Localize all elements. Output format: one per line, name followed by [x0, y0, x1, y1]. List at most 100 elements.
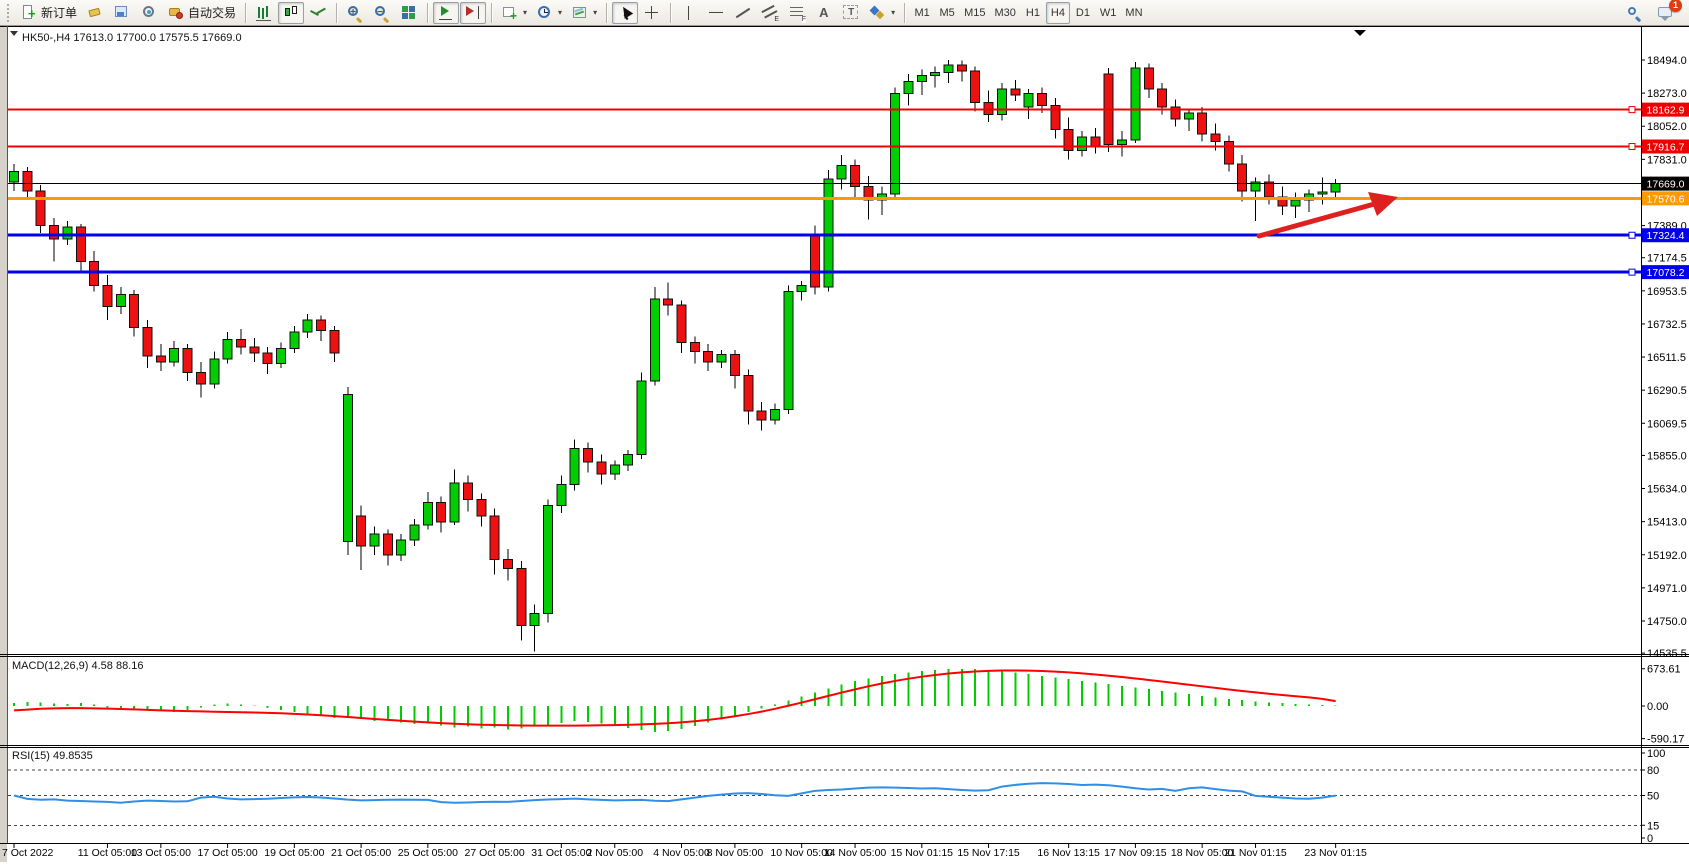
rsi-indicator-value: 49.8535	[53, 750, 93, 762]
candle-body	[63, 227, 72, 239]
candle-body	[744, 375, 753, 411]
vline-button[interactable]	[676, 2, 702, 24]
line-chart-button[interactable]	[305, 2, 331, 24]
new-order-button[interactable]: 新订单	[16, 2, 81, 24]
dropdown-caret-icon[interactable]: ▾	[891, 8, 895, 17]
new-chart-button[interactable]	[109, 2, 135, 24]
crosshair-button[interactable]	[639, 2, 665, 24]
line-endpoint-marker[interactable]	[1629, 107, 1635, 113]
tile-windows-button[interactable]	[396, 2, 422, 24]
shapes-icon	[869, 4, 887, 22]
toolbar-button-label: 新订单	[41, 4, 77, 21]
auto-scroll-button[interactable]	[433, 2, 459, 24]
line-endpoint-marker[interactable]	[1629, 269, 1635, 275]
trend-arrow[interactable]	[1259, 203, 1378, 236]
chart-window[interactable]: 18494.018273.018052.017831.017389.017174…	[0, 26, 1689, 862]
tf-m30-button[interactable]: M30	[991, 2, 1020, 24]
text-icon	[815, 4, 833, 22]
symbol-dropdown-icon[interactable]	[10, 31, 18, 40]
candle-chart-button[interactable]	[278, 2, 304, 24]
label-button[interactable]	[838, 2, 864, 24]
toolbar-button-label: 自动交易	[188, 4, 236, 21]
candle-body	[116, 294, 125, 306]
candle-body	[303, 320, 312, 332]
trendline-icon	[734, 4, 752, 22]
candle-body	[931, 73, 940, 76]
timeframe-label: M15	[964, 7, 985, 19]
price-tick-label: 16069.5	[1647, 418, 1687, 430]
line-endpoint-marker[interactable]	[1629, 232, 1635, 238]
dropdown-caret-icon[interactable]: ▾	[558, 8, 562, 17]
chart-title: HK50-,H4 17613.0 17700.0 17575.5 17669.0	[10, 31, 242, 44]
zoom-out-icon	[373, 4, 391, 22]
chart-shift-marker[interactable]	[1354, 30, 1366, 36]
candle-body	[330, 330, 339, 352]
templates-button[interactable]: ▾	[567, 2, 601, 24]
candle-body	[1011, 89, 1020, 95]
tf-m15-button[interactable]: M15	[960, 2, 989, 24]
text-button[interactable]	[811, 2, 837, 24]
search-button[interactable]	[1621, 2, 1647, 24]
tf-w1-button[interactable]: W1	[1096, 2, 1121, 24]
time-tick-label: 14 Nov 05:00	[824, 847, 887, 859]
candle-body	[277, 348, 286, 363]
candle-body	[1024, 94, 1033, 107]
vline-icon	[680, 4, 698, 22]
candle-body	[1211, 134, 1220, 141]
bar-chart-button[interactable]	[251, 2, 277, 24]
indicators-icon	[501, 4, 519, 22]
price-tick-label: 17831.0	[1647, 154, 1687, 166]
cursor-button[interactable]	[612, 2, 638, 24]
channel-button[interactable]	[757, 2, 783, 24]
line-endpoint-marker[interactable]	[1629, 143, 1635, 149]
zoom-in-button[interactable]	[342, 2, 368, 24]
price-tick-label: 15413.0	[1647, 517, 1687, 529]
price-tick-label: 15192.0	[1647, 550, 1687, 562]
tf-mn-button[interactable]: MN	[1121, 2, 1146, 24]
trend-arrow-head[interactable]	[1368, 192, 1398, 216]
candle-body	[757, 411, 766, 420]
tf-h4-button[interactable]: H4	[1046, 2, 1070, 24]
signals-button[interactable]	[136, 2, 162, 24]
zoom-in-icon	[346, 4, 364, 22]
price-badge-label: 18162.9	[1647, 105, 1685, 117]
candle-body	[343, 395, 352, 542]
candle-body	[971, 71, 980, 102]
crosshair-icon	[643, 4, 661, 22]
auto-trading-button[interactable]: 自动交易	[163, 2, 240, 24]
zoom-out-button[interactable]	[369, 2, 395, 24]
tf-m1-button[interactable]: M1	[910, 2, 934, 24]
tf-h1-button[interactable]: H1	[1021, 2, 1045, 24]
fibo-icon	[788, 4, 806, 22]
candle-body	[183, 348, 192, 372]
trendline-button[interactable]	[730, 2, 756, 24]
candle-body	[156, 356, 165, 362]
tf-d1-button[interactable]: D1	[1071, 2, 1095, 24]
time-tick-label: 21 Nov 01:15	[1224, 847, 1287, 859]
time-tick-label: 17 Oct 05:00	[198, 847, 258, 859]
macd-indicator-name: MACD(12,26,9)	[12, 660, 88, 672]
styler-button[interactable]	[82, 2, 108, 24]
chat-button[interactable]: 1	[1653, 2, 1679, 24]
candle-body	[250, 347, 259, 353]
fibo-button[interactable]	[784, 2, 810, 24]
price-tick-label: 18273.0	[1647, 88, 1687, 100]
rsi-indicator-name: RSI(15)	[12, 750, 50, 762]
candle-body	[917, 76, 926, 82]
hline-button[interactable]	[703, 2, 729, 24]
candle-body	[210, 359, 219, 384]
dropdown-caret-icon[interactable]: ▾	[523, 8, 527, 17]
auto-scroll-icon	[437, 4, 455, 22]
candle-body	[704, 351, 713, 361]
tf-m5-button[interactable]: M5	[935, 2, 959, 24]
indicators-button[interactable]: ▾	[497, 2, 531, 24]
candle-body	[1331, 184, 1340, 192]
candle-body	[650, 299, 659, 381]
dropdown-caret-icon[interactable]: ▾	[593, 8, 597, 17]
chart-shift-icon	[464, 4, 482, 22]
macd-tick-label: -590.17	[1647, 734, 1684, 746]
chart-canvas[interactable]: 18494.018273.018052.017831.017389.017174…	[0, 26, 1689, 862]
shapes-button[interactable]: ▾	[865, 2, 899, 24]
periods-button[interactable]: ▾	[532, 2, 566, 24]
chart-shift-button[interactable]	[460, 2, 486, 24]
